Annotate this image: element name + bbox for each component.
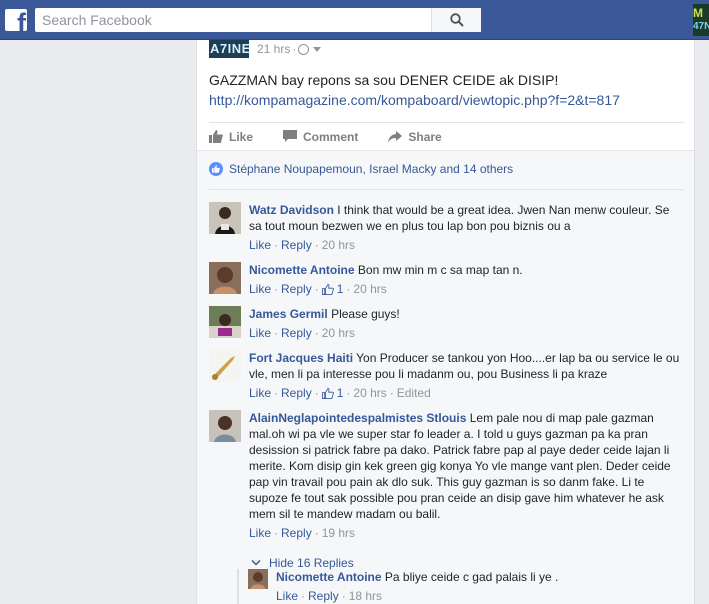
comment-text: Bon mw min m c sa map tan n. <box>357 263 523 277</box>
comment-body: Nicomette Antoine Pa bliye ceide c gad p… <box>276 569 676 585</box>
chevron-down-icon <box>251 559 261 566</box>
comments-section: Stéphane Noupapemoun, Israel Macky and 1… <box>197 150 694 604</box>
comment-meta: Like · Reply · 20 hrs <box>249 238 356 252</box>
comment-reply-link[interactable]: Reply <box>281 526 312 540</box>
comment-meta: Like · Reply · 1 · 20 hrs · Edited <box>249 386 431 400</box>
comment-text: Please guys! <box>331 307 400 321</box>
like-reaction-icon <box>209 162 223 176</box>
comment-reply-link[interactable]: Reply <box>308 589 339 603</box>
comment-timestamp[interactable]: 20 hrs <box>353 282 386 296</box>
reply-thread-line <box>237 569 239 604</box>
comment-author[interactable]: Fort Jacques Haiti <box>249 351 353 365</box>
comment-like-link[interactable]: Like <box>249 238 271 252</box>
avatar[interactable] <box>209 262 241 294</box>
comment-body: Watz Davidson I think that would be a gr… <box>249 202 681 234</box>
share-arrow-icon <box>388 130 403 143</box>
search-box <box>35 8 481 32</box>
post-actions: Like Comment Share <box>209 122 684 150</box>
search-button[interactable] <box>431 8 481 32</box>
thumbs-up-icon <box>209 130 223 143</box>
search-icon <box>449 13 464 27</box>
comment-meta: Like · Reply · 20 hrs <box>249 326 356 340</box>
comment-text: Lem pale nou di map pale gazman mal.oh w… <box>249 411 671 521</box>
comment-like-link[interactable]: Like <box>249 326 271 340</box>
comment-author[interactable]: AlainNeglapointedespalmistes Stlouis <box>249 411 466 425</box>
comment-text: Pa bliye ceide c gad palais li ye . <box>384 570 559 584</box>
comment-author[interactable]: Nicomette Antoine <box>249 263 355 277</box>
comment-author[interactable]: Nicomette Antoine <box>276 570 382 584</box>
chevron-down-icon[interactable] <box>313 46 322 52</box>
comment-body: Nicomette Antoine Bon mw min m c sa map … <box>249 262 681 278</box>
post-link[interactable]: http://kompamagazine.com/kompaboard/view… <box>209 91 620 110</box>
thumbs-up-icon <box>321 387 334 399</box>
comment-timestamp[interactable]: 19 hrs <box>322 526 355 540</box>
comment-author[interactable]: Watz Davidson <box>249 203 334 217</box>
comment-like-link[interactable]: Like <box>249 386 271 400</box>
comment-timestamp[interactable]: 18 hrs <box>349 589 382 603</box>
post-card: A7INE 21 hrs · GAZZMAN bay repons sa sou… <box>196 40 695 604</box>
post-text: GAZZMAN bay repons sa sou DENER CEIDE ak… <box>209 72 559 88</box>
comment-like-count[interactable]: 1 <box>321 282 343 296</box>
like-button[interactable]: Like <box>209 130 253 144</box>
facebook-logo[interactable]: f <box>5 9 27 31</box>
avatar[interactable] <box>209 306 241 338</box>
comment-icon <box>283 130 298 142</box>
likes-summary[interactable]: Stéphane Noupapemoun, Israel Macky and 1… <box>209 162 513 176</box>
comment-body: AlainNeglapointedespalmistes Stlouis Lem… <box>249 410 681 522</box>
comment-meta: Like · Reply · 18 hrs <box>276 589 383 603</box>
comment-like-link[interactable]: Like <box>249 526 271 540</box>
avatar[interactable] <box>209 202 241 234</box>
comment-meta: Like · Reply · 1 · 20 hrs <box>249 282 387 296</box>
comment-body: Fort Jacques Haiti Yon Producer se tanko… <box>249 350 681 382</box>
comment-reply-link[interactable]: Reply <box>281 238 312 252</box>
likes-summary-text[interactable]: Stéphane Noupapemoun, Israel Macky and 1… <box>229 162 513 176</box>
comment-button[interactable]: Comment <box>283 130 358 144</box>
corner-thumbnail[interactable]: M 47N <box>693 4 709 36</box>
page-avatar[interactable]: A7INE <box>209 40 249 58</box>
edited-label[interactable]: Edited <box>397 386 431 400</box>
comment-like-link[interactable]: Like <box>276 589 298 603</box>
comment-body: James Germil Please guys! <box>249 306 681 322</box>
comment-timestamp[interactable]: 20 hrs <box>322 326 355 340</box>
avatar[interactable] <box>248 569 268 589</box>
comment-like-count[interactable]: 1 <box>321 386 343 400</box>
share-button[interactable]: Share <box>388 130 442 144</box>
comment-reply-link[interactable]: Reply <box>281 386 312 400</box>
comment-timestamp[interactable]: 20 hrs <box>353 386 386 400</box>
separator-dot: · <box>292 42 297 56</box>
divider <box>209 189 684 190</box>
comment-meta: Like · Reply · 19 hrs <box>249 526 356 540</box>
comment-author[interactable]: James Germil <box>249 307 328 321</box>
hide-replies-toggle[interactable]: Hide 16 Replies <box>251 556 354 570</box>
top-navigation-bar: f M 47N <box>0 0 709 40</box>
thumbs-up-icon <box>321 283 334 295</box>
globe-icon[interactable] <box>298 43 310 55</box>
post-header: A7INE 21 hrs · <box>209 40 322 58</box>
comment-like-link[interactable]: Like <box>249 282 271 296</box>
post-timestamp[interactable]: 21 hrs <box>257 42 290 56</box>
search-input[interactable] <box>35 8 435 32</box>
comment-timestamp[interactable]: 20 hrs <box>322 238 355 252</box>
comment-reply-link[interactable]: Reply <box>281 282 312 296</box>
avatar[interactable] <box>209 410 241 442</box>
comment-reply-link[interactable]: Reply <box>281 326 312 340</box>
avatar[interactable] <box>209 350 241 382</box>
